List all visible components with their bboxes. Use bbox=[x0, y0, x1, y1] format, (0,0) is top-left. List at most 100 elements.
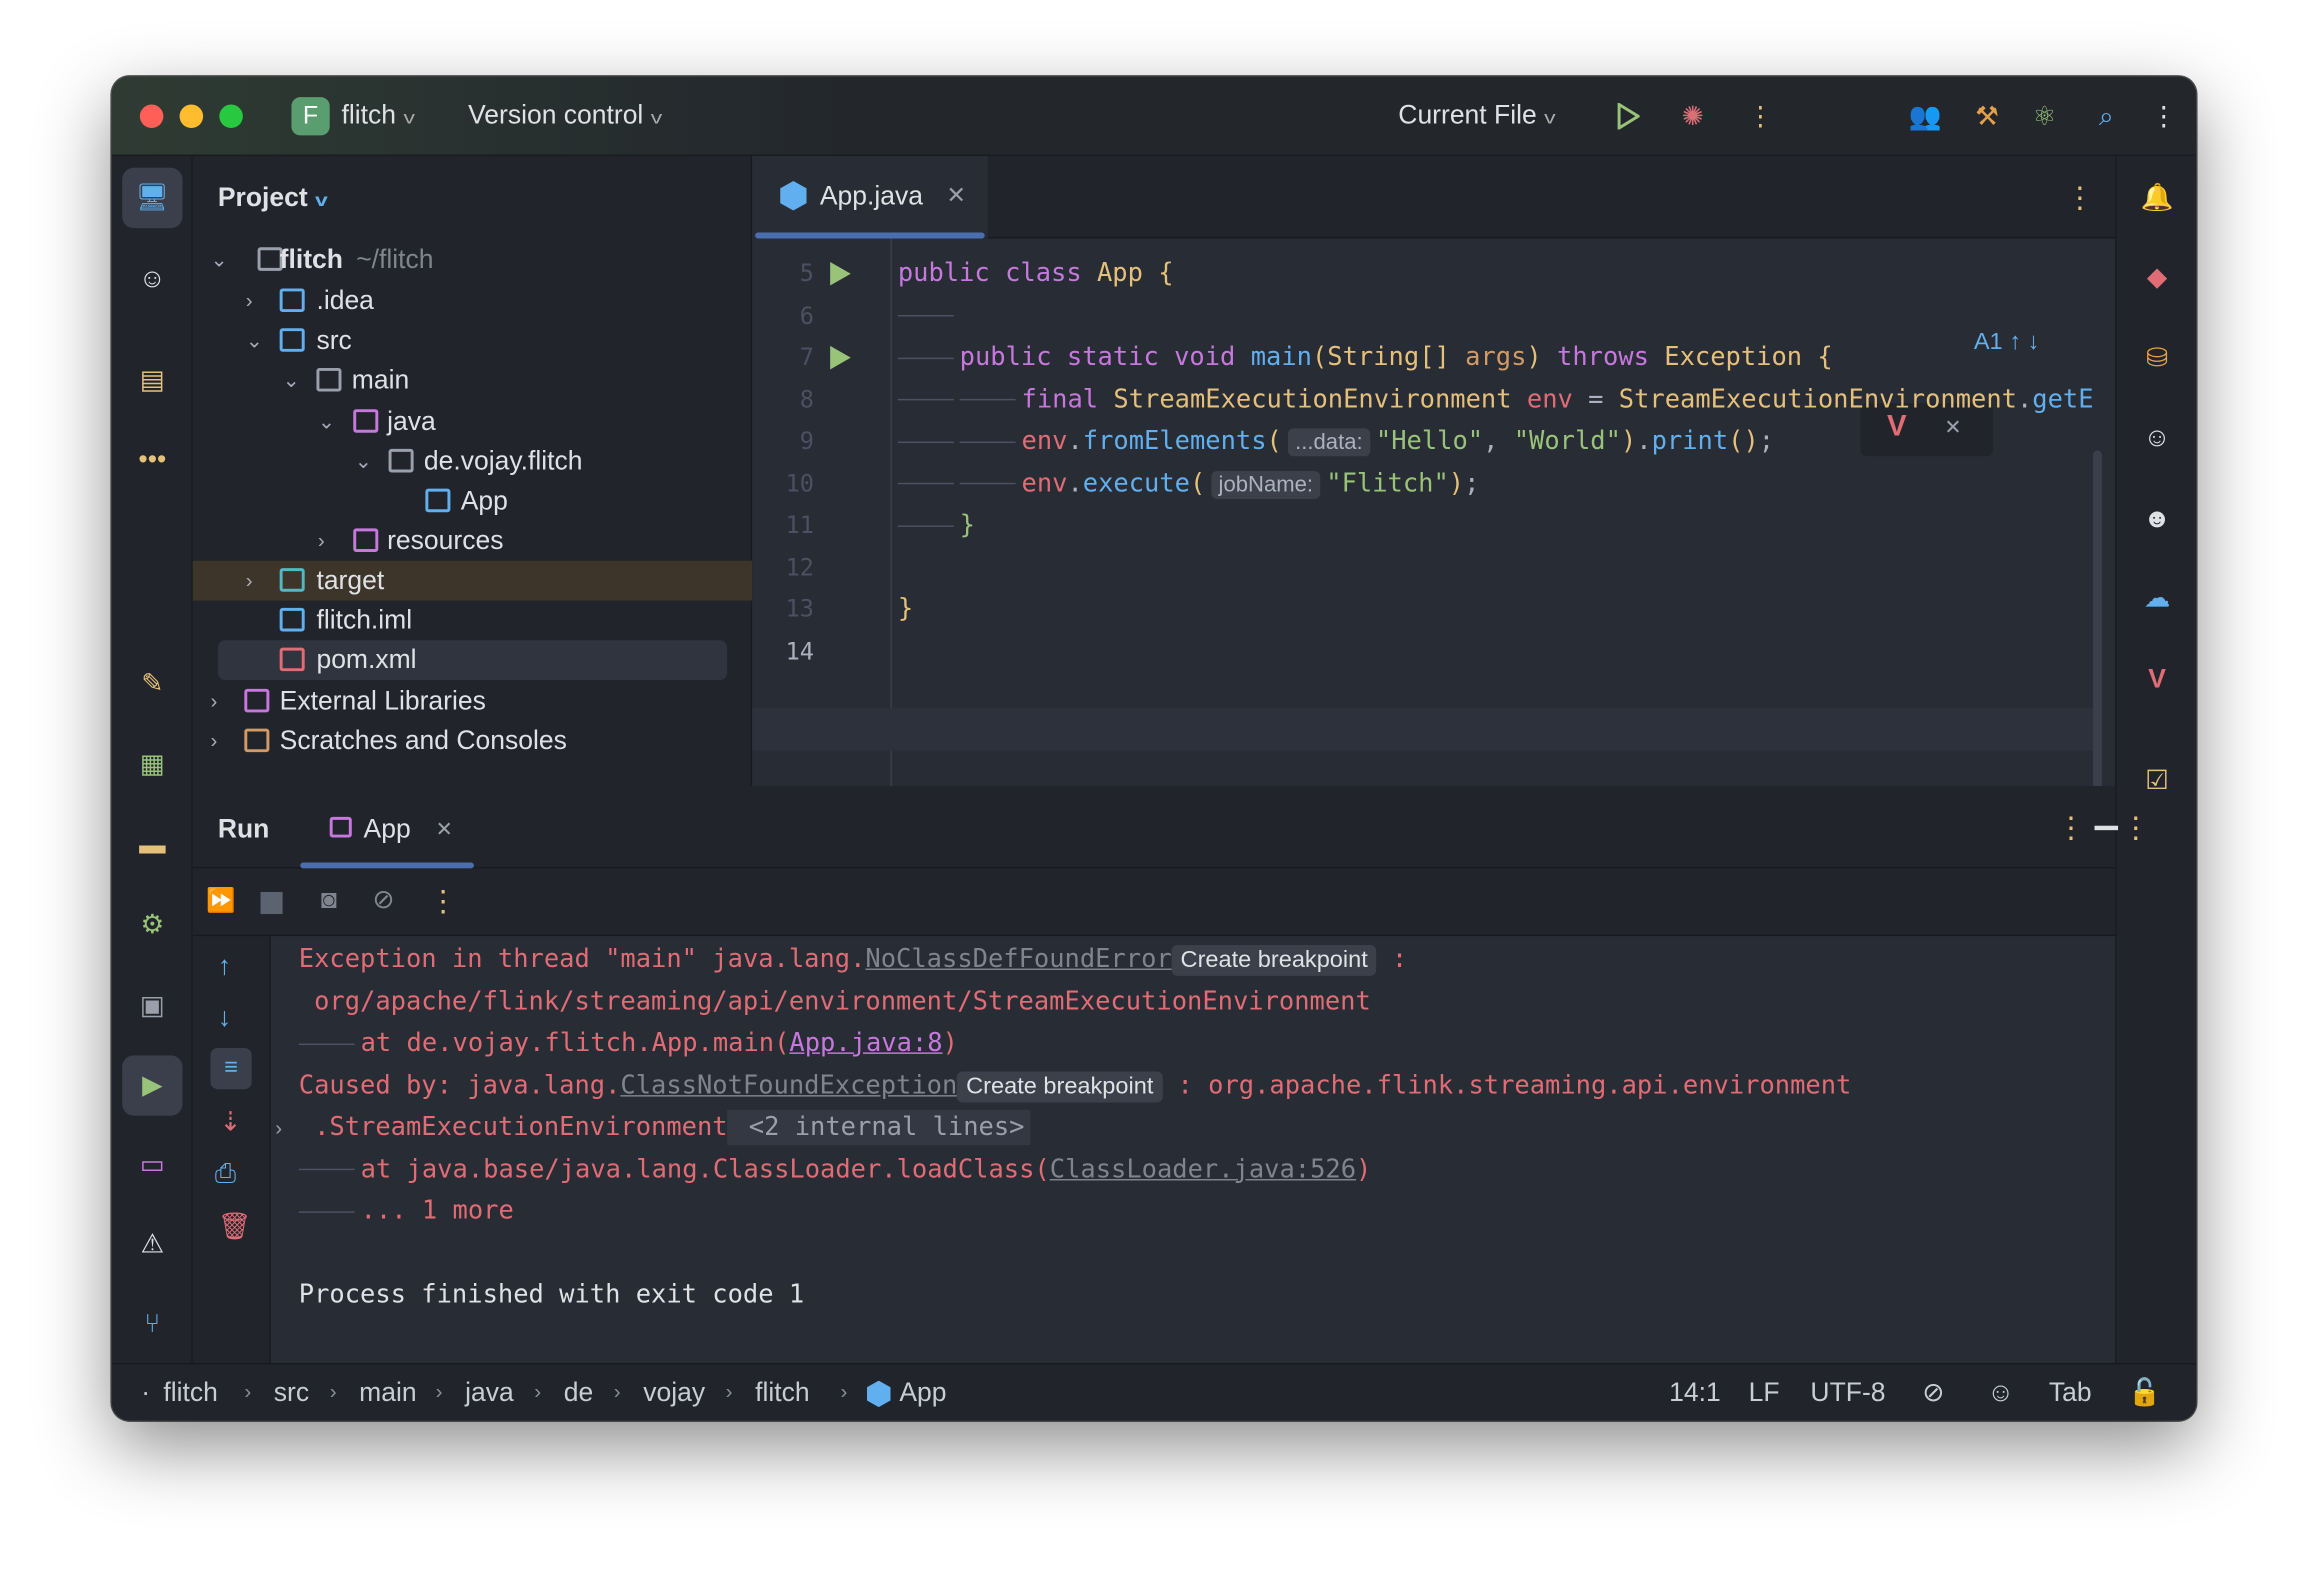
close-run-tab-icon[interactable]: ✕ bbox=[436, 817, 453, 842]
ai-assistant-icon[interactable]: ⚛ bbox=[2025, 97, 2063, 135]
create-breakpoint-button[interactable]: Create breakpoint bbox=[957, 1070, 1163, 1102]
chevron-down-icon[interactable]: ⌄ bbox=[318, 401, 335, 441]
tree-item[interactable]: ⌄ src bbox=[193, 320, 752, 360]
tree-item[interactable]: ⌄ main bbox=[193, 360, 752, 400]
tree-item[interactable]: flitch.iml bbox=[193, 600, 752, 640]
chevron-down-icon[interactable]: ⌄ bbox=[283, 360, 300, 400]
tree-item[interactable]: › .idea bbox=[193, 280, 752, 320]
todo-icon[interactable]: ✎ bbox=[122, 654, 182, 714]
terminal-icon[interactable]: ▭ bbox=[122, 1135, 182, 1195]
debug-icon[interactable]: ✺ bbox=[1675, 97, 1710, 135]
file-encoding[interactable]: UTF-8 bbox=[1810, 1378, 1885, 1409]
run-options-icon[interactable]: ⋮ bbox=[2056, 810, 2085, 847]
tree-item[interactable]: pom.xml bbox=[217, 639, 728, 680]
tree-item[interactable]: ⌄ de.vojay.flitch bbox=[193, 441, 752, 481]
breadcrumb-item[interactable]: java bbox=[465, 1378, 514, 1409]
chevron-right-icon[interactable]: › bbox=[246, 280, 253, 320]
project-tool-icon[interactable]: 🖥 bbox=[122, 168, 182, 228]
git-icon[interactable]: ⑂ bbox=[122, 1294, 182, 1354]
stop-icon[interactable] bbox=[260, 891, 283, 915]
tree-item[interactable]: › External Libraries bbox=[193, 681, 752, 721]
breadcrumb-item[interactable]: App bbox=[899, 1378, 946, 1409]
source-link[interactable]: App.java:8 bbox=[789, 1029, 942, 1058]
maven-tool-icon[interactable]: V bbox=[2127, 649, 2187, 709]
close-tab-icon[interactable]: ✕ bbox=[946, 181, 966, 210]
indent-setting[interactable]: Tab bbox=[2049, 1378, 2092, 1409]
services-icon[interactable]: ⚙ bbox=[122, 895, 182, 955]
build-tools-icon[interactable]: ⚒ bbox=[1968, 97, 2006, 135]
chevron-right-icon[interactable]: › bbox=[210, 720, 217, 760]
settings-menu-icon[interactable]: ⋮ bbox=[2149, 97, 2178, 135]
project-panel-title[interactable]: Project v bbox=[218, 183, 328, 214]
line-separator[interactable]: LF bbox=[1749, 1378, 1780, 1409]
close-window-button[interactable] bbox=[139, 104, 164, 129]
tree-item[interactable]: ⌄ flitch ~/flitch bbox=[193, 239, 752, 279]
caret-position[interactable]: 14:1 bbox=[1669, 1378, 1721, 1409]
plugins-icon[interactable]: ▦ bbox=[122, 734, 182, 794]
run-tool-icon[interactable]: ▶ bbox=[122, 1055, 182, 1115]
no-inspection-icon[interactable]: ⊘ bbox=[1922, 1378, 1944, 1409]
run-gutter-icon[interactable] bbox=[830, 345, 851, 370]
maximize-window-button[interactable] bbox=[219, 104, 243, 129]
copilot-status-icon[interactable]: ☺ bbox=[1987, 1378, 2014, 1409]
copilot-icon[interactable]: ☺ bbox=[122, 249, 182, 309]
chevron-right-icon[interactable]: › bbox=[210, 681, 217, 721]
breadcrumb-item[interactable]: vojay bbox=[643, 1378, 705, 1409]
create-breakpoint-button[interactable]: Create breakpoint bbox=[1171, 944, 1377, 976]
breadcrumb-item[interactable]: src bbox=[274, 1378, 309, 1409]
tree-item[interactable]: › Scratches and Consoles bbox=[193, 720, 752, 760]
tab-options-icon[interactable]: ⋮ bbox=[2065, 180, 2094, 217]
more-tools-icon[interactable]: ••• bbox=[122, 430, 182, 490]
screenshot-icon[interactable]: ◙ bbox=[321, 885, 337, 916]
cloud-icon[interactable]: ☁ bbox=[2127, 568, 2187, 628]
up-stack-icon[interactable]: ↑ bbox=[218, 951, 231, 982]
exception-link[interactable]: NoClassDefFoundError bbox=[865, 945, 1171, 974]
tree-item[interactable]: ⌄ java bbox=[193, 401, 752, 441]
run-icon[interactable] bbox=[1610, 97, 1645, 135]
database-icon[interactable]: ▣ bbox=[122, 976, 182, 1036]
internal-lines-fold[interactable]: <2 internal lines> bbox=[727, 1109, 1031, 1146]
scroll-to-end-icon[interactable]: ⇣ bbox=[219, 1107, 241, 1138]
problems-icon[interactable]: ⚠ bbox=[122, 1214, 182, 1274]
copilot-chat-icon[interactable]: ☺ bbox=[2127, 408, 2187, 468]
clear-console-icon[interactable]: 🗑 bbox=[218, 1211, 252, 1242]
tree-item[interactable]: › resources bbox=[193, 520, 752, 560]
code-with-me-icon[interactable]: 👥 bbox=[1906, 97, 1944, 135]
hide-panel-icon[interactable] bbox=[2094, 825, 2119, 831]
structure-icon[interactable]: ▤ bbox=[122, 350, 182, 410]
more-run-actions-icon[interactable]: ⋮ bbox=[428, 883, 457, 920]
unlock-icon[interactable]: 🔓 bbox=[2128, 1378, 2161, 1409]
copilot-icon[interactable]: ☻ bbox=[2127, 489, 2187, 549]
minimize-window-button[interactable] bbox=[179, 104, 204, 129]
tree-item[interactable]: App bbox=[193, 481, 752, 521]
chevron-right-icon[interactable]: › bbox=[318, 520, 325, 560]
tree-item[interactable]: › target bbox=[192, 560, 753, 600]
bookmarks-icon[interactable]: ▬ bbox=[122, 815, 182, 875]
threads-icon[interactable]: ⊘ bbox=[372, 885, 394, 916]
database-tool-icon[interactable]: ⛁ bbox=[2127, 328, 2187, 388]
print-icon[interactable]: ⎙ bbox=[215, 1158, 236, 1189]
source-link[interactable]: ClassLoader.java:526 bbox=[1050, 1155, 1356, 1184]
ai-chat-icon[interactable]: ◆ bbox=[2127, 247, 2187, 307]
run-config-selector[interactable]: Current File v bbox=[1398, 100, 1555, 131]
vcs-selector[interactable]: Version control v bbox=[468, 100, 662, 131]
editor-scrollbar[interactable] bbox=[2093, 450, 2102, 804]
breadcrumb-item[interactable]: flitch bbox=[163, 1378, 217, 1409]
project-selector[interactable]: flitch v bbox=[341, 100, 414, 131]
breadcrumb-item[interactable]: main bbox=[359, 1378, 416, 1409]
rerun-icon[interactable]: ⏩ bbox=[206, 886, 235, 915]
run-tab-app[interactable]: App ✕ bbox=[300, 786, 474, 869]
chevron-down-icon[interactable]: ⌄ bbox=[355, 441, 372, 481]
notifications-icon[interactable]: 🔔 bbox=[2127, 168, 2187, 228]
breadcrumb-item[interactable]: de bbox=[564, 1378, 593, 1409]
run-options-icon[interactable]: ⋮ bbox=[2121, 810, 2150, 847]
run-gutter-icon[interactable] bbox=[830, 261, 851, 286]
more-actions-icon[interactable]: ⋮ bbox=[1746, 97, 1775, 135]
checklist-icon[interactable]: ☑ bbox=[2127, 751, 2187, 811]
exception-link[interactable]: ClassNotFoundException bbox=[620, 1071, 957, 1100]
tab-app-java[interactable]: App.java ✕ bbox=[752, 156, 988, 239]
console-output[interactable]: Exception in thread "main" java.lang.NoC… bbox=[270, 936, 2116, 1363]
breadcrumb-item[interactable]: flitch bbox=[755, 1378, 809, 1409]
chevron-down-icon[interactable]: ⌄ bbox=[246, 320, 263, 360]
chevron-down-icon[interactable]: ⌄ bbox=[210, 239, 227, 279]
